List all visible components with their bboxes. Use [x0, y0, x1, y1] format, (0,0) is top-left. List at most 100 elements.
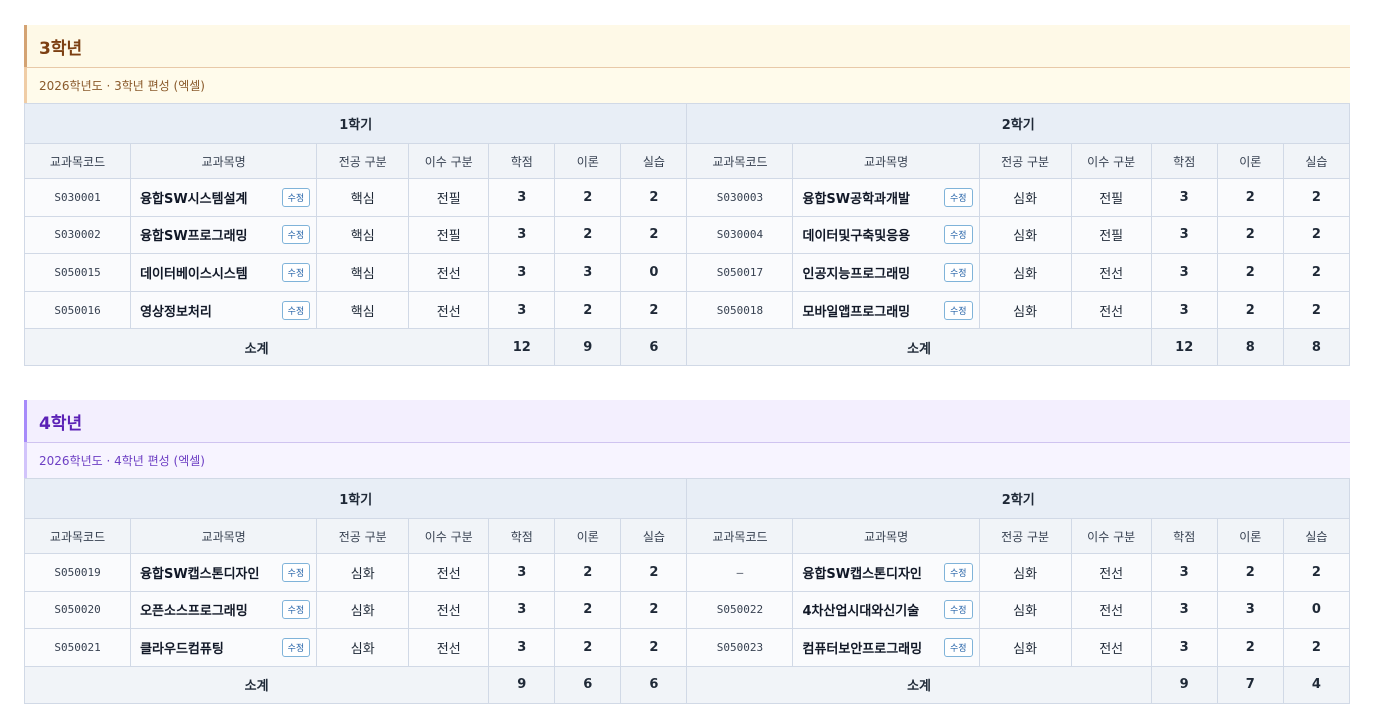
theory-cell: 2 — [1216, 178, 1284, 217]
theory-cell: 2 — [554, 590, 622, 630]
course-code: S050019 — [23, 553, 132, 592]
practice-cell: 2 — [620, 590, 688, 630]
credit-cell: 3 — [1150, 590, 1218, 630]
semester-header: 2학기 — [686, 478, 1350, 519]
semester-header: 1학기 — [23, 103, 688, 144]
edit-button[interactable]: 수정 — [944, 262, 973, 282]
edit-button[interactable]: 수정 — [281, 562, 311, 582]
edit-button[interactable]: 수정 — [281, 300, 311, 320]
completion-type: 전필 — [1070, 215, 1152, 255]
credit-cell: 3 — [488, 253, 556, 292]
course-code: S050021 — [23, 628, 132, 667]
practice-cell: 2 — [620, 215, 688, 255]
practice-cell: 2 — [1282, 628, 1351, 667]
column-header: 전공 구분 — [978, 143, 1072, 179]
practice-cell: 0 — [620, 253, 688, 292]
theory-cell: 2 — [1216, 290, 1284, 330]
subtotal-credit: 9 — [1150, 665, 1218, 704]
edit-button[interactable]: 수정 — [281, 262, 311, 282]
credit-cell: 3 — [488, 215, 556, 255]
course-name: 융합SW캡스톤디자인 — [140, 566, 260, 582]
practice-cell: 2 — [620, 178, 688, 217]
completion-type: 전필 — [408, 215, 490, 255]
major-type: 심화 — [978, 253, 1072, 292]
edit-button[interactable]: 수정 — [944, 187, 973, 207]
major-type: 심화 — [978, 628, 1072, 667]
subtotal-practice: 6 — [620, 665, 688, 704]
column-header: 전공 구분 — [316, 518, 410, 554]
grade-section-3: 3학년 2026학년도 · 3학년 편성 (엑셀) 1학기 2학기 교과목코드 교과목명 전… — [23, 25, 1351, 367]
edit-button[interactable]: 수정 — [944, 637, 973, 657]
course-code: S050023 — [686, 628, 794, 667]
column-header: 실습 — [620, 518, 688, 554]
credit-cell: 3 — [488, 590, 556, 630]
subtotal-theory: 9 — [554, 328, 622, 367]
column-header: 이론 — [554, 143, 622, 179]
column-header: 이론 — [1216, 518, 1284, 554]
section-subtitle: 2026학년도 · 3학년 편성 (엑셀) — [24, 67, 1350, 103]
course-code: S050020 — [23, 590, 132, 630]
edit-button[interactable]: 수정 — [944, 562, 973, 582]
column-header: 교과목명 — [792, 518, 980, 554]
column-header: 교과목코드 — [23, 518, 132, 554]
column-header: 이수 구분 — [1070, 143, 1152, 179]
course-name: 융합SW공학과개발 — [802, 191, 910, 207]
theory-cell: 2 — [1216, 553, 1284, 592]
practice-cell: 0 — [1282, 590, 1351, 630]
theory-cell: 2 — [1216, 628, 1284, 667]
major-type: 핵심 — [316, 215, 410, 255]
course-code: S050017 — [686, 253, 794, 292]
credit-cell: 3 — [1150, 553, 1218, 592]
major-type: 심화 — [316, 590, 410, 630]
column-header: 이수 구분 — [408, 518, 490, 554]
edit-button[interactable]: 수정 — [281, 225, 311, 245]
practice-cell: 2 — [620, 628, 688, 667]
subtotal-theory: 7 — [1216, 665, 1284, 704]
column-header: 학점 — [1150, 143, 1218, 179]
completion-type: 전필 — [408, 178, 490, 217]
edit-button[interactable]: 수정 — [281, 637, 311, 657]
credit-cell: 3 — [488, 178, 556, 217]
completion-type: 전선 — [408, 590, 490, 630]
subtotal-theory: 8 — [1216, 328, 1284, 367]
subtotal-credit: 12 — [488, 328, 556, 367]
table-row: S050015 데이터베이스시스템 수정 핵심 전선 3 3 0 S050017 인공지능프로그래… — [23, 253, 1351, 292]
major-type: 심화 — [978, 553, 1072, 592]
column-header: 실습 — [1282, 143, 1351, 179]
credit-cell: 3 — [488, 290, 556, 330]
subtotal-label: 소계 — [23, 665, 490, 704]
column-header: 교과목코드 — [686, 518, 794, 554]
completion-type: 전선 — [1070, 628, 1152, 667]
practice-cell: 2 — [1282, 178, 1351, 217]
edit-button[interactable]: 수정 — [281, 600, 311, 620]
edit-button[interactable]: 수정 — [944, 225, 973, 245]
edit-button[interactable]: 수정 — [281, 187, 311, 207]
course-code: S050016 — [23, 290, 132, 330]
course-name: 클라우드컴퓨팅 — [140, 641, 224, 657]
curriculum-table: 1학기 2학기 교과목코드 교과목명 전공 구분 이수 구분 학점 이론 실습 교과목코드 교과목명… — [23, 478, 1351, 704]
course-name: 4차산업시대와신기술 — [802, 604, 920, 620]
subtotal-label: 소계 — [23, 328, 490, 367]
edit-button[interactable]: 수정 — [944, 600, 973, 620]
theory-cell: 2 — [554, 178, 622, 217]
course-code: S030003 — [686, 178, 794, 217]
course-name: 영상정보처리 — [140, 304, 212, 320]
course-code: S050018 — [686, 290, 794, 330]
theory-cell: 2 — [1216, 253, 1284, 292]
subtotal-label: 소계 — [686, 665, 1152, 704]
edit-button[interactable]: 수정 — [944, 300, 973, 320]
major-type: 심화 — [978, 290, 1072, 330]
credit-cell: 3 — [1150, 178, 1218, 217]
theory-cell: 3 — [1216, 590, 1284, 630]
subtotal-label: 소계 — [686, 328, 1152, 367]
major-type: 핵심 — [316, 178, 410, 217]
column-header: 학점 — [1150, 518, 1218, 554]
theory-cell: 2 — [1216, 215, 1284, 255]
column-header: 이수 구분 — [408, 143, 490, 179]
theory-cell: 2 — [554, 215, 622, 255]
completion-type: 전선 — [1070, 253, 1152, 292]
completion-type: 전선 — [408, 253, 490, 292]
column-header: 학점 — [488, 143, 556, 179]
completion-type: 전선 — [408, 628, 490, 667]
column-header: 교과목코드 — [23, 143, 132, 179]
